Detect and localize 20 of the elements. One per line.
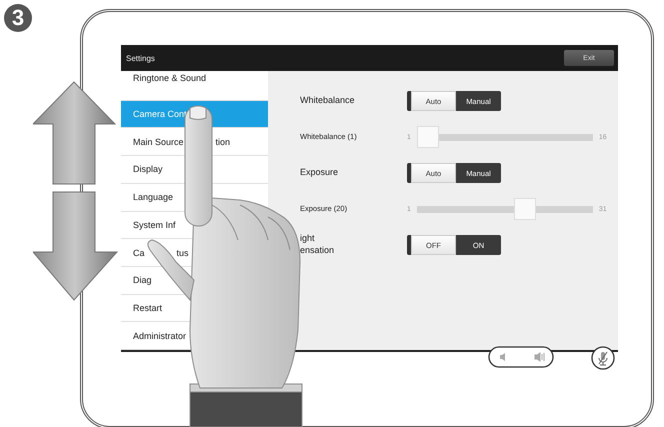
slider-thumb[interactable] (514, 198, 536, 220)
setting-label: Exposure (300, 167, 340, 179)
setting-label: Whitebalance (300, 95, 356, 107)
menu-item-text: tion (216, 136, 230, 147)
menu-item[interactable]: Diag (133, 275, 152, 286)
step-number-badge: 3 (4, 4, 32, 32)
menu-item[interactable]: Ringtone & Sound (133, 73, 206, 83)
menu-item[interactable]: Ca (133, 248, 145, 258)
volume-control-icon[interactable] (488, 346, 554, 368)
menu-item[interactable]: Language (133, 192, 174, 202)
microphone-mute-icon[interactable] (591, 346, 615, 370)
menu-item-text: tus (176, 248, 189, 258)
menu-item[interactable]: Administrator (133, 330, 186, 341)
slider-thumb[interactable] (416, 126, 439, 148)
menu-item[interactable]: Restart (133, 302, 162, 313)
menu-item[interactable]: System Inf (133, 220, 176, 230)
menu-item[interactable]: Display (133, 164, 163, 174)
screen-title: Settings (126, 54, 155, 62)
menu-item[interactable]: Main Source (133, 136, 184, 147)
setting-label: ight ensation (300, 233, 336, 257)
